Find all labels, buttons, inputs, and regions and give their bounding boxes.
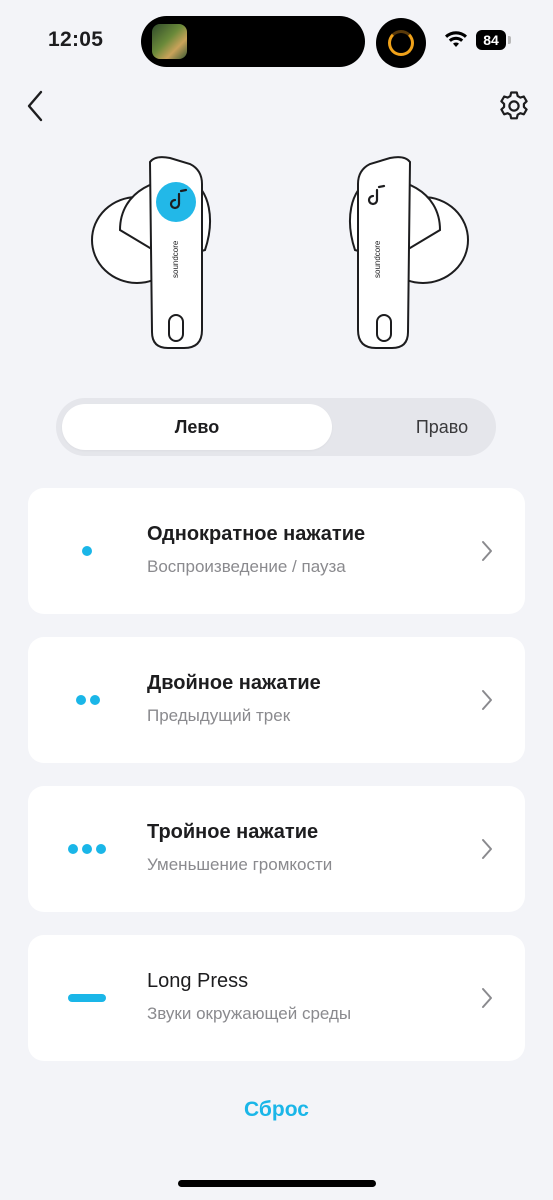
control-title: Long Press	[147, 970, 249, 992]
status-time: 12:05	[48, 28, 104, 51]
left-earbud	[91, 156, 211, 349]
control-action: Звуки окружающей среды	[147, 1004, 352, 1023]
earbuds-illustration: soundcore soundcore	[91, 156, 469, 349]
back-chevron-icon[interactable]	[18, 86, 58, 126]
tab-right[interactable]: Право	[332, 404, 552, 450]
control-triple-tap[interactable]: Тройное нажатие Уменьшение громкости	[28, 786, 525, 912]
double-dot-icon	[68, 637, 128, 763]
gear-icon[interactable]	[494, 86, 534, 126]
control-action: Предыдущий трек	[147, 706, 291, 725]
home-indicator[interactable]	[178, 1180, 376, 1187]
wifi-icon	[445, 31, 467, 47]
reset-button[interactable]: Сброс	[0, 1098, 553, 1122]
control-double-tap[interactable]: Двойное нажатие Предыдущий трек	[28, 637, 525, 763]
tab-left[interactable]: Лево	[62, 404, 332, 450]
status-bar: 12:05 84	[0, 0, 553, 84]
control-action: Уменьшение громкости	[147, 855, 333, 874]
single-dot-icon	[68, 488, 128, 614]
control-single-tap[interactable]: Однократное нажатие Воспроизведение / па…	[28, 488, 525, 614]
chevron-right-icon	[482, 541, 492, 561]
left-brand-text: soundcore	[171, 240, 180, 278]
now-playing-artwork	[152, 24, 187, 59]
battery-level: 84	[476, 30, 506, 50]
control-long-press[interactable]: Long Press Звуки окружающей среды	[28, 935, 525, 1061]
right-brand-text: soundcore	[373, 240, 382, 278]
long-press-dash-icon	[68, 935, 128, 1061]
control-action: Воспроизведение / пауза	[147, 557, 346, 576]
control-title: Двойное нажатие	[147, 672, 321, 694]
earbud-side-selector: Лево Право	[56, 398, 496, 456]
timer-activity-icon[interactable]	[376, 18, 426, 68]
control-title: Тройное нажатие	[147, 821, 319, 843]
right-earbud	[349, 156, 469, 349]
chevron-right-icon	[482, 690, 492, 710]
left-touch-area-highlight	[156, 182, 196, 222]
chevron-right-icon	[482, 839, 492, 859]
triple-dot-icon	[68, 786, 128, 912]
chevron-right-icon	[482, 988, 492, 1008]
control-title: Однократное нажатие	[147, 523, 366, 545]
dynamic-island[interactable]	[141, 16, 365, 67]
battery-tip	[508, 36, 511, 44]
